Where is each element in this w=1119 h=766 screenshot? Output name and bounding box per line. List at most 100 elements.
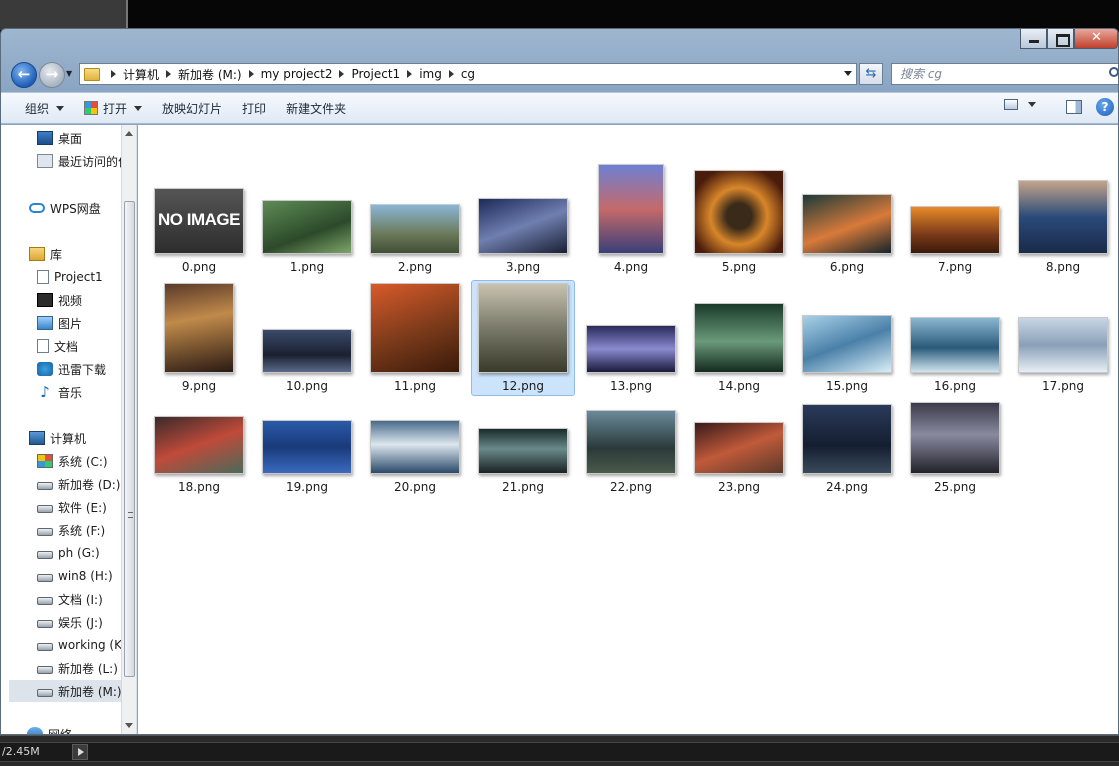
sidebar-item-12[interactable]: 新加卷 (D:)	[1, 473, 120, 495]
file-item[interactable]: 14.png	[687, 280, 791, 396]
sidebar-item-14[interactable]: 系统 (F:)	[1, 519, 105, 541]
sidebar-item-9[interactable]: ♪ 音乐	[1, 381, 82, 403]
breadcrumb-project[interactable]: my project2	[261, 67, 333, 81]
file-item[interactable]: 3.png	[471, 161, 575, 277]
play-icon[interactable]	[72, 744, 88, 760]
sidebar-item-6[interactable]: 图片	[1, 312, 82, 334]
view-icon	[1004, 99, 1018, 110]
sidebar-item-22[interactable]: 网络	[1, 723, 72, 734]
file-item[interactable]: NO IMAGE 0.png	[147, 161, 251, 277]
search-input[interactable]: 搜索 cg	[891, 63, 1118, 85]
drive-icon	[37, 482, 53, 490]
file-item[interactable]: 23.png	[687, 381, 791, 497]
address-dropdown-icon[interactable]	[844, 71, 852, 76]
change-view-button[interactable]	[1004, 99, 1036, 110]
sidebar-scroll-thumb[interactable]	[124, 201, 135, 677]
sidebar-item-10[interactable]: 计算机	[1, 427, 86, 449]
sidebar-item-3[interactable]: 库	[1, 243, 62, 265]
sidebar-item-1[interactable]: 最近访问的位置	[1, 150, 136, 172]
breadcrumb-drive[interactable]: 新加卷 (M:)	[178, 66, 242, 83]
sidebar-item-0[interactable]: 桌面	[1, 127, 82, 149]
file-item[interactable]: 25.png	[903, 381, 1007, 497]
grip-icon	[128, 512, 133, 518]
file-item[interactable]: 11.png	[363, 280, 467, 396]
breadcrumb-project1[interactable]: Project1	[351, 67, 400, 81]
file-item[interactable]: 4.png	[579, 161, 683, 277]
file-item[interactable]: 24.png	[795, 381, 899, 497]
file-item[interactable]: 9.png	[147, 280, 251, 396]
sidebar-item-5[interactable]: 视频	[1, 289, 82, 311]
breadcrumb-computer[interactable]: 计算机	[123, 66, 159, 83]
chevron-down-icon	[56, 105, 65, 111]
command-toolbar: 组织 打开 放映幻灯片 打印 新建文件夹 ?	[1, 92, 1118, 124]
file-item[interactable]: 1.png	[255, 161, 359, 277]
file-thumbnail	[370, 204, 460, 254]
sidebar-item-16[interactable]: win8 (H:)	[1, 565, 113, 587]
file-item[interactable]: 8.png	[1011, 161, 1115, 277]
search-icon[interactable]	[1109, 67, 1118, 77]
scroll-down-icon[interactable]	[125, 723, 133, 728]
address-bar[interactable]: 计算机 新加卷 (M:) my project2 Project1 img cg	[79, 63, 857, 85]
sidebar-item-21[interactable]: 新加卷 (M:)	[9, 680, 129, 702]
back-button[interactable]: ←	[11, 62, 37, 88]
sidebar-item-11[interactable]: 系统 (C:)	[1, 450, 108, 472]
library-icon	[29, 247, 45, 261]
sidebar-item-8[interactable]: 迅雷下载	[1, 358, 106, 380]
file-item[interactable]: 20.png	[363, 381, 467, 497]
slideshow-button[interactable]: 放映幻灯片	[152, 96, 232, 120]
file-item[interactable]: 6.png	[795, 161, 899, 277]
print-button[interactable]: 打印	[232, 96, 276, 120]
breadcrumb-cg[interactable]: cg	[461, 67, 475, 81]
breadcrumb-separator-icon[interactable]	[111, 70, 116, 78]
breadcrumb-separator-icon[interactable]	[339, 70, 345, 78]
breadcrumb-separator-icon[interactable]	[166, 70, 172, 78]
preview-pane-icon[interactable]	[1066, 100, 1082, 114]
file-item[interactable]: 18.png	[147, 381, 251, 497]
file-thumbnail	[694, 303, 784, 373]
drive-icon	[37, 574, 53, 582]
file-thumbnail	[478, 428, 568, 474]
sidebar-item-2[interactable]: WPS网盘	[1, 197, 101, 219]
open-button[interactable]: 打开	[74, 96, 152, 120]
file-item[interactable]: 10.png	[255, 280, 359, 396]
sidebar-item-17[interactable]: 文档 (I:)	[1, 588, 103, 610]
file-item[interactable]: 19.png	[255, 381, 359, 497]
status-strip	[0, 742, 1119, 762]
file-item[interactable]: 7.png	[903, 161, 1007, 277]
sidebar-item-7[interactable]: 文档	[1, 335, 78, 357]
sidebar-item-20[interactable]: 新加卷 (L:)	[1, 657, 118, 679]
breadcrumb-separator-icon[interactable]	[407, 70, 413, 78]
sidebar-item-15[interactable]: ph (G:)	[1, 542, 100, 564]
minimize-button[interactable]	[1020, 29, 1047, 49]
file-item[interactable]: 22.png	[579, 381, 683, 497]
file-name: 25.png	[934, 480, 976, 494]
new-folder-button[interactable]: 新建文件夹	[276, 96, 356, 120]
file-item[interactable]: 2.png	[363, 161, 467, 277]
breadcrumb-separator-icon[interactable]	[448, 70, 454, 78]
maximize-button[interactable]	[1047, 29, 1074, 49]
forward-button[interactable]: →	[39, 62, 65, 88]
file-item[interactable]: 21.png	[471, 381, 575, 497]
sidebar-item-4[interactable]: Project1	[1, 266, 103, 288]
breadcrumb-separator-icon[interactable]	[248, 70, 254, 78]
sidebar-item-13[interactable]: 软件 (E:)	[1, 496, 107, 518]
file-thumbnail	[478, 198, 568, 254]
file-item[interactable]: 5.png	[687, 161, 791, 277]
download-icon	[37, 362, 53, 376]
scroll-up-icon[interactable]	[125, 131, 133, 136]
file-item[interactable]: 17.png	[1011, 280, 1115, 396]
breadcrumb-img[interactable]: img	[419, 67, 442, 81]
organize-button[interactable]: 组织	[15, 96, 74, 120]
file-name: 2.png	[397, 260, 433, 274]
sidebar-item-18[interactable]: 娱乐 (J:)	[1, 611, 103, 633]
file-item[interactable]: 13.png	[579, 280, 683, 396]
file-item[interactable]: 12.png	[471, 280, 575, 396]
close-button[interactable]	[1074, 29, 1118, 49]
file-item[interactable]: 16.png	[903, 280, 1007, 396]
sidebar-item-19[interactable]: working (K:)	[1, 634, 131, 656]
refresh-button[interactable]: ⇆	[859, 63, 883, 85]
help-icon[interactable]: ?	[1096, 98, 1114, 116]
recent-pages-dropdown[interactable]: ▼	[66, 69, 72, 78]
file-item[interactable]: 15.png	[795, 280, 899, 396]
sidebar-scrollbar[interactable]	[121, 125, 136, 734]
